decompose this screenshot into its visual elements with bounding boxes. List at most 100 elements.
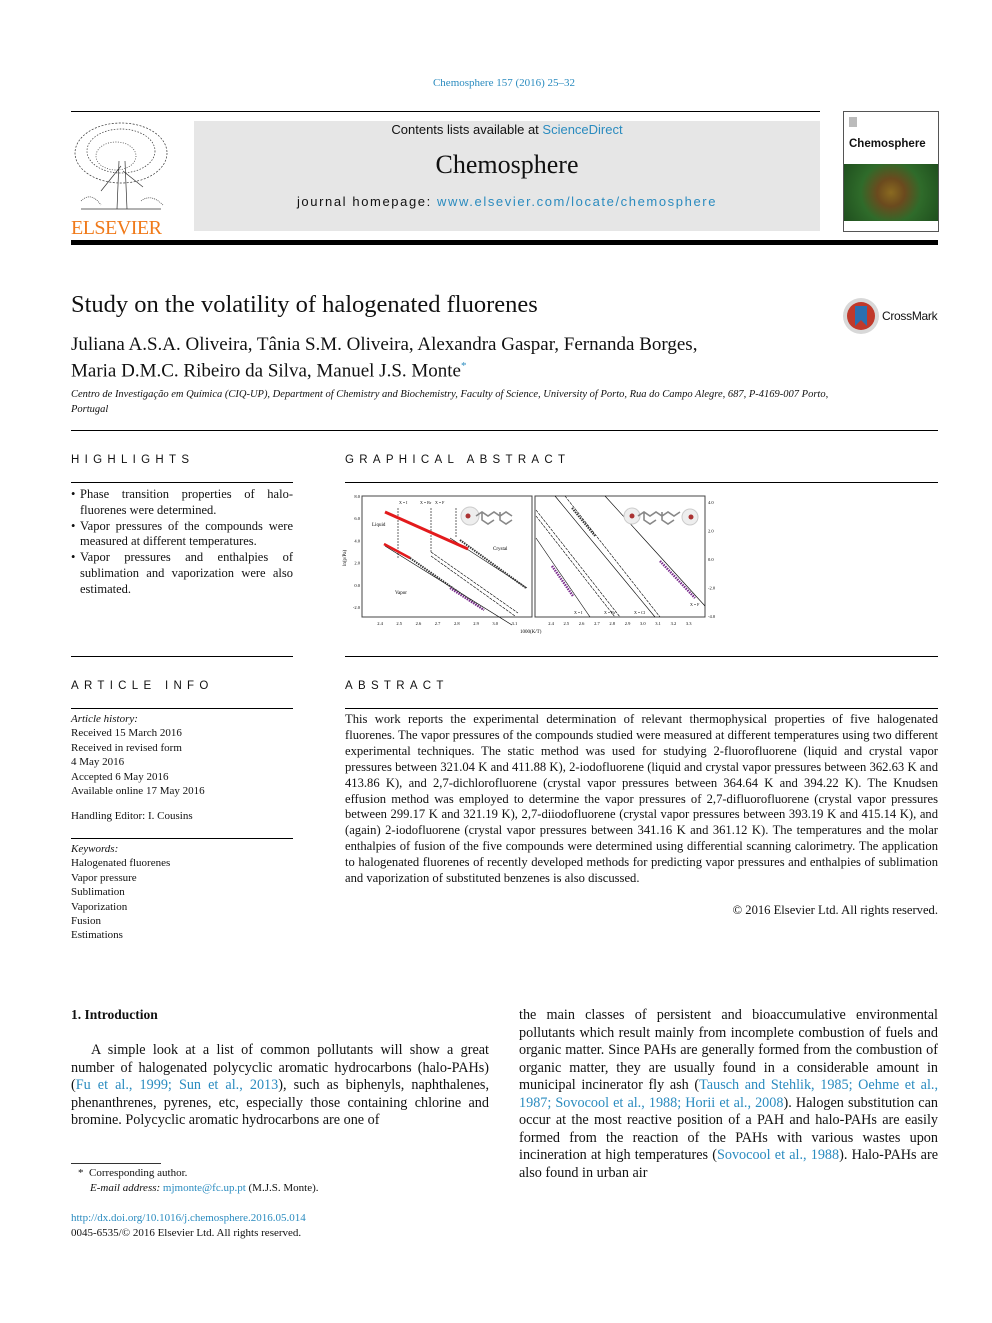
vapor-label: Vapor bbox=[395, 591, 407, 596]
molecule-drawing-right bbox=[623, 507, 699, 526]
purple-series-points bbox=[449, 587, 485, 611]
liquid-series-line bbox=[384, 510, 469, 551]
article-history: Article history: Received 15 March 2016 … bbox=[71, 712, 293, 824]
svg-text:X = I: X = I bbox=[399, 500, 408, 505]
highlights-rule bbox=[71, 482, 293, 483]
right-black-series bbox=[571, 507, 596, 537]
journal-cover[interactable]: Chemosphere bbox=[843, 111, 939, 232]
right-y-tick-label: 2.0 bbox=[708, 529, 714, 534]
left-x-tick-label: 2.8 bbox=[454, 621, 460, 626]
svg-text:X = F: X = F bbox=[435, 500, 445, 505]
graphical-abstract-bottom-rule bbox=[345, 656, 938, 657]
header-thick-rule bbox=[71, 240, 938, 245]
header-rule bbox=[71, 111, 820, 112]
journal-homepage: journal homepage: www.elsevier.com/locat… bbox=[296, 194, 718, 209]
right-y-tick-label: -4.0 bbox=[708, 614, 716, 619]
left-plot-lines bbox=[384, 508, 528, 626]
right-plot-lines bbox=[535, 495, 706, 618]
journal-title: Chemosphere bbox=[435, 150, 579, 179]
graphical-abstract-rule bbox=[345, 482, 938, 483]
email-link[interactable]: mjmonte@fc.up.pt bbox=[163, 1182, 246, 1194]
introduction-heading: 1. Introduction bbox=[71, 1007, 158, 1022]
left-x-tick-label: 3.1 bbox=[512, 621, 518, 626]
corresponding-author-link[interactable]: * bbox=[461, 360, 467, 372]
graphical-abstract-figure: 8.0 6.0 4.0 2.0 0.0 -2.0 2.4 2.5 2.6 2.7 2.8 2.9 3.0… bbox=[343, 494, 716, 635]
right-y-tick-label: 0.0 bbox=[708, 557, 714, 562]
right-plot-frame bbox=[534, 495, 706, 618]
homepage-link[interactable]: www.elsevier.com/locate/chemosphere bbox=[437, 194, 717, 209]
doi-link[interactable]: http://dx.doi.org/10.1016/j.chemosphere.… bbox=[71, 1211, 306, 1226]
article-info-heading: ARTICLE INFO bbox=[71, 680, 214, 692]
citation-link[interactable]: Fu et al., 1999; Sun et al., 2013 bbox=[76, 1077, 279, 1093]
citation-link[interactable]: Sovocool et al., 1988 bbox=[717, 1147, 839, 1163]
right-purple-series-2 bbox=[659, 560, 696, 599]
highlight-item: • Vapor pressures of the compounds were m… bbox=[71, 518, 293, 549]
right-x-tick-label: 2.6 bbox=[579, 621, 585, 626]
doi-block: http://dx.doi.org/10.1016/j.chemosphere.… bbox=[71, 1211, 306, 1239]
left-y-tick-label: 0.0 bbox=[354, 583, 360, 588]
left-x-tick-label: 2.5 bbox=[396, 621, 402, 626]
elsevier-logo[interactable]: ELSEVIER bbox=[71, 121, 171, 238]
svg-text:X = Br: X = Br bbox=[604, 610, 616, 615]
intro-paragraph-2: the main classes of persistent and bioac… bbox=[519, 1007, 938, 1181]
left-x-tick-label: 3.0 bbox=[492, 621, 498, 626]
keywords-rule bbox=[71, 838, 293, 839]
affiliation-rule bbox=[71, 430, 938, 431]
footnote: * Corresponding author. E-mail address: … bbox=[78, 1167, 319, 1194]
article-info-rule bbox=[71, 708, 293, 709]
right-y-tick-label: 4.0 bbox=[708, 500, 714, 505]
svg-text:X = I: X = I bbox=[574, 610, 583, 615]
right-x-tick-label: 3.1 bbox=[655, 621, 661, 626]
liquid-series-line-2 bbox=[383, 542, 411, 560]
footnote-rule bbox=[71, 1163, 161, 1164]
right-x-tick-label: 2.5 bbox=[563, 621, 569, 626]
left-y-tick-label: 8.0 bbox=[354, 494, 360, 499]
svg-text:X = Cl: X = Cl bbox=[634, 610, 646, 615]
left-y-tick-label: 6.0 bbox=[354, 516, 360, 521]
right-x-tick-label: 3.0 bbox=[640, 621, 646, 626]
crossmark-badge[interactable]: CrossMark bbox=[842, 297, 938, 335]
contents-available: Contents lists available at ScienceDirec… bbox=[391, 122, 623, 137]
right-y-tick-label: -2.0 bbox=[708, 586, 716, 591]
highlights-heading: HIGHLIGHTS bbox=[71, 454, 195, 466]
left-y-tick-label: -2.0 bbox=[353, 605, 361, 610]
left-y-tick-label: 4.0 bbox=[354, 538, 360, 543]
abstract-copyright: © 2016 Elsevier Ltd. All rights reserved… bbox=[732, 903, 938, 917]
svg-text:X = Br: X = Br bbox=[420, 500, 432, 505]
article-page: Chemosphere 157 (2016) 25–32 ELSEVIER Co… bbox=[0, 0, 992, 1323]
right-x-tick-label: 3.3 bbox=[686, 621, 692, 626]
sciencedirect-link[interactable]: ScienceDirect bbox=[542, 122, 622, 137]
crossmark-icon bbox=[843, 298, 879, 334]
left-x-tick-label: 2.7 bbox=[435, 621, 441, 626]
abstract-rule bbox=[345, 708, 938, 709]
left-x-tick-label: 2.9 bbox=[473, 621, 479, 626]
y-axis-label: ln(p/Pa) bbox=[343, 550, 348, 566]
journal-header-box: Contents lists available at ScienceDirec… bbox=[194, 121, 820, 231]
x-axis-label: 1000(K/T) bbox=[520, 630, 542, 635]
highlights-bottom-rule bbox=[71, 656, 293, 657]
abstract-heading: ABSTRACT bbox=[345, 680, 449, 692]
highlight-item: • Vapor pressures and enthalpies of subli… bbox=[71, 550, 293, 596]
right-x-tick-label: 3.2 bbox=[671, 621, 677, 626]
vapor-series-points bbox=[409, 557, 485, 611]
right-x-tick-label: 2.9 bbox=[625, 621, 631, 626]
elsevier-tree-icon bbox=[74, 122, 168, 210]
right-x-tick-label: 2.4 bbox=[548, 621, 554, 626]
crystal-label: Crystal bbox=[493, 547, 508, 552]
author-list: Juliana A.S.A. Oliveira, Tânia S.M. Oliv… bbox=[71, 334, 698, 381]
cover-logo-icon bbox=[849, 117, 857, 127]
graphical-abstract-heading: GRAPHICAL ABSTRACT bbox=[345, 454, 571, 466]
left-y-tick-label: 2.0 bbox=[354, 561, 360, 566]
svg-text:X = F: X = F bbox=[690, 602, 700, 607]
journal-reference[interactable]: Chemosphere 157 (2016) 25–32 bbox=[0, 77, 992, 89]
article-title: Study on the volatility of halogenated f… bbox=[71, 291, 538, 318]
affiliation: Centro de Investigação em Química (CIQ-U… bbox=[71, 389, 829, 415]
highlights-list: • Phase transition properties of halo-flu… bbox=[71, 487, 293, 598]
abstract-text: This work reports the experimental deter… bbox=[345, 712, 938, 886]
left-x-tick-label: 2.6 bbox=[416, 621, 422, 626]
liquid-label: Liquid bbox=[372, 523, 386, 528]
right-purple-series bbox=[550, 565, 575, 597]
molecule-drawing-left bbox=[460, 506, 513, 526]
intro-paragraph-1: A simple look at a list of common pollut… bbox=[71, 1042, 489, 1129]
handling-editor: Handling Editor: I. Cousins bbox=[71, 810, 193, 823]
